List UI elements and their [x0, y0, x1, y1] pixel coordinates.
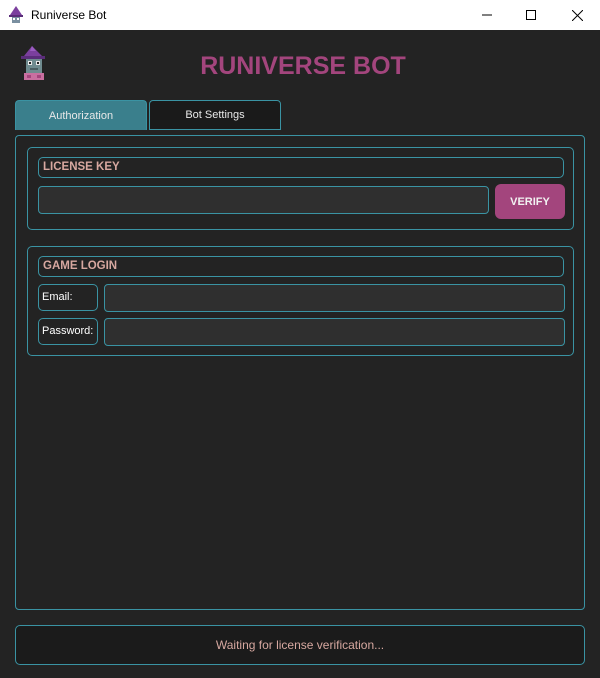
window-titlebar: Runiverse Bot: [0, 0, 600, 30]
license-key-group: LICENSE KEY VERIFY: [27, 147, 574, 230]
wizard-icon: [8, 6, 24, 24]
window-title: Runiverse Bot: [31, 8, 107, 22]
status-bar: Waiting for license verification...: [15, 625, 585, 665]
email-label: Email:: [38, 284, 98, 311]
tab-bot-settings[interactable]: Bot Settings: [149, 100, 281, 130]
authorization-panel: LICENSE KEY VERIFY GAME LOGIN Email: Pas…: [15, 135, 585, 610]
license-key-title: LICENSE KEY: [38, 157, 564, 178]
password-label: Password:: [38, 318, 98, 345]
tab-authorization[interactable]: Authorization: [15, 100, 147, 130]
close-icon: [571, 9, 583, 21]
game-login-group: GAME LOGIN Email: Password:: [27, 246, 574, 356]
status-text: Waiting for license verification...: [215, 638, 385, 652]
maximize-icon: [526, 10, 536, 20]
license-key-input[interactable]: [38, 186, 489, 214]
email-field[interactable]: [104, 284, 565, 312]
game-login-title: GAME LOGIN: [38, 256, 564, 277]
password-field[interactable]: [104, 318, 565, 346]
close-button[interactable]: [554, 0, 600, 30]
maximize-button[interactable]: [508, 0, 554, 30]
minimize-icon: [482, 14, 492, 16]
minimize-button[interactable]: [464, 0, 510, 30]
page-title: RUNIVERSE BOT: [200, 52, 406, 80]
verify-button[interactable]: VERIFY: [495, 184, 565, 219]
